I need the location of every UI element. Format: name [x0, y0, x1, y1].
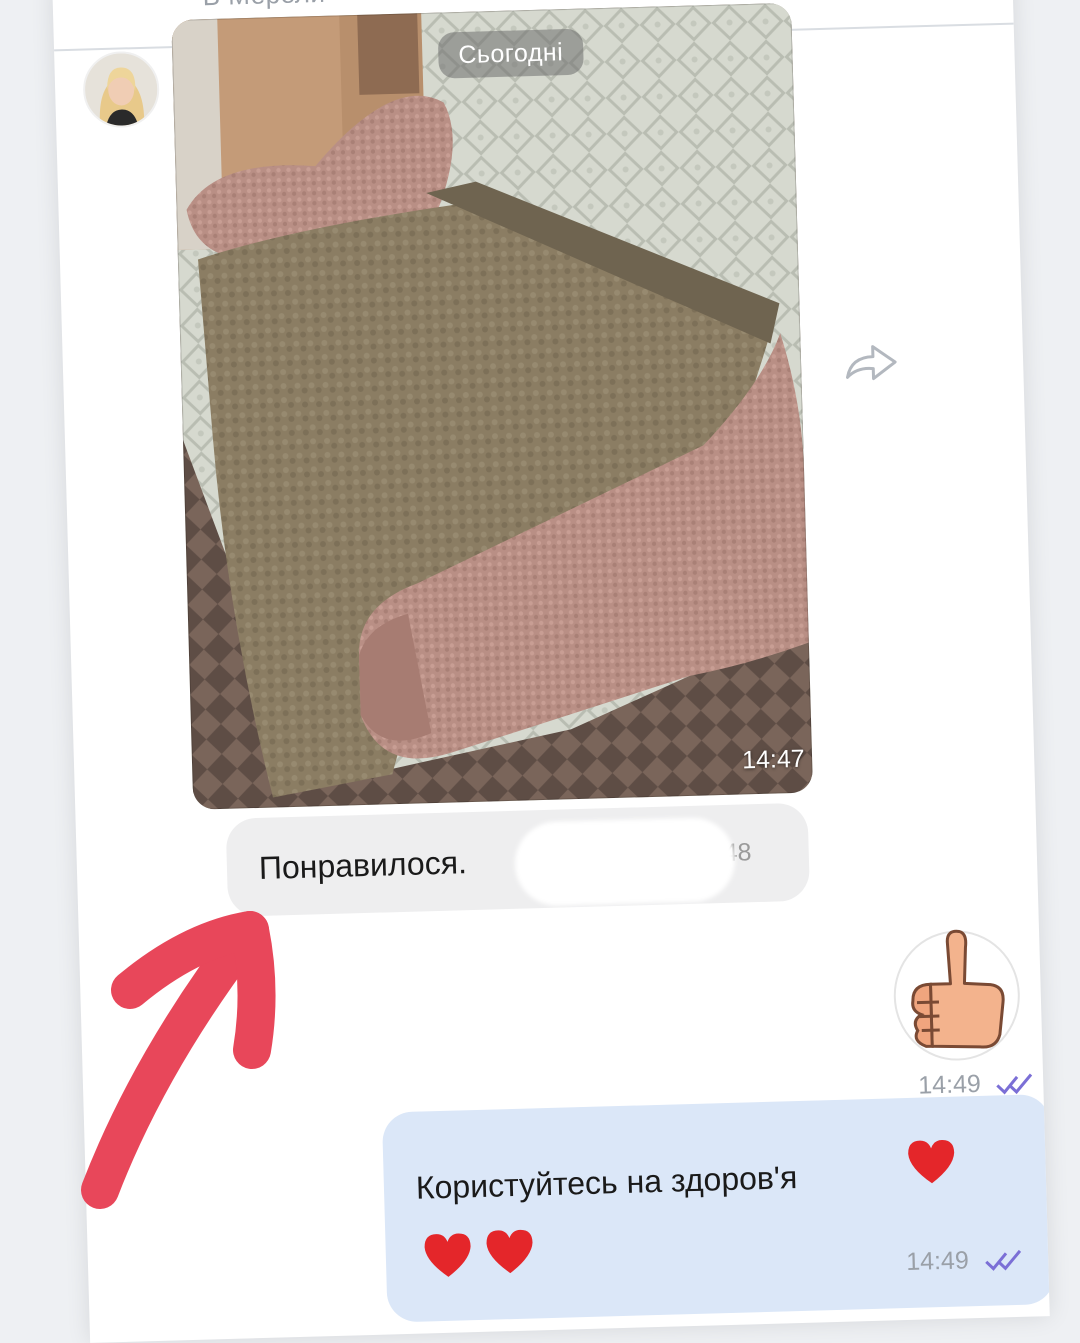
- double-check-icon: [985, 1249, 1022, 1271]
- thumbs-up-sticker[interactable]: [889, 922, 1023, 1066]
- sofa-photo: [171, 2, 814, 810]
- redaction-mark: [513, 816, 737, 907]
- forward-icon[interactable]: [843, 342, 900, 384]
- outgoing-message-bubble[interactable]: Користуйтесь на здоров'я 14:49: [381, 1093, 1050, 1323]
- heart-emoji-icon: [424, 1233, 471, 1277]
- heart-emoji-icon: [486, 1229, 533, 1274]
- chat-header-title[interactable]: В Мерели: [202, 0, 326, 12]
- photo-timestamp: 14:47: [741, 744, 806, 775]
- avatar-image: [84, 52, 159, 127]
- incoming-message-text: Понравилося.: [258, 844, 468, 886]
- heart-emoji-icon: [908, 1140, 955, 1184]
- date-separator: Сьогодні: [437, 28, 584, 79]
- outgoing-message-time: 14:49: [905, 1246, 970, 1277]
- double-check-icon: [996, 1073, 1033, 1095]
- chat-screen: В Мерели: [52, 0, 1050, 1343]
- photo-message[interactable]: [171, 2, 814, 810]
- contact-avatar[interactable]: [82, 50, 161, 129]
- incoming-message-bubble[interactable]: Понравилося. .48: [225, 802, 811, 917]
- outgoing-message-text: Користуйтесь на здоров'я: [415, 1159, 798, 1206]
